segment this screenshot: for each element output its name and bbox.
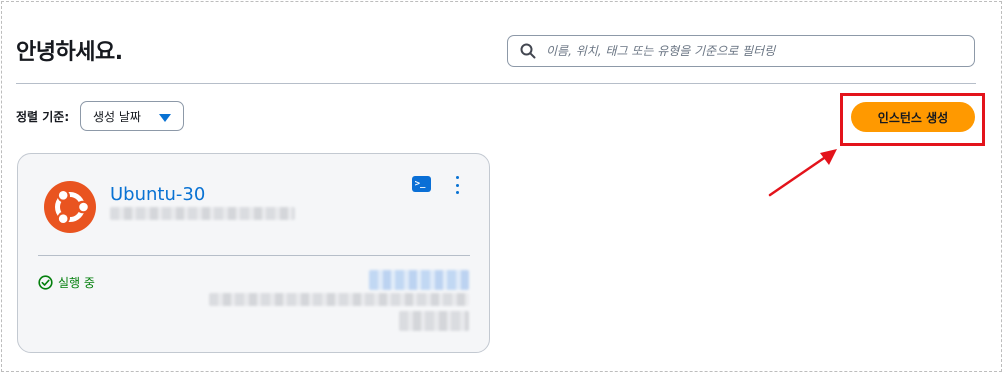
instance-status: 실행 중	[38, 274, 95, 291]
instance-card: Ubuntu-30 >_ 실행 중	[17, 153, 490, 353]
search-box[interactable]	[507, 35, 975, 67]
search-icon	[520, 43, 536, 59]
terminal-icon: >_	[414, 179, 426, 189]
annotation-highlight-box	[840, 93, 985, 146]
annotation-arrow	[768, 149, 837, 197]
sort-dropdown[interactable]: 생성 날짜	[80, 101, 184, 131]
sort-label: 정렬 기준:	[16, 110, 70, 124]
check-circle-icon	[38, 275, 53, 290]
header-divider	[16, 83, 976, 84]
instance-name-link[interactable]: Ubuntu-30	[110, 184, 205, 205]
sort-selected-value: 생성 날짜	[93, 109, 141, 124]
caret-down-icon	[159, 112, 171, 126]
redacted-location	[209, 293, 469, 306]
ubuntu-logo-icon	[44, 181, 96, 233]
redacted-instance-details	[110, 207, 295, 220]
card-divider	[38, 255, 470, 256]
more-actions-icon[interactable]	[449, 174, 465, 196]
redacted-bundle	[399, 311, 469, 331]
page-title: 안녕하세요.	[16, 40, 123, 65]
status-label: 실행 중	[58, 276, 95, 290]
connect-terminal-button[interactable]: >_	[412, 176, 431, 192]
redacted-ip-address[interactable]	[369, 270, 469, 290]
search-input[interactable]	[544, 43, 974, 59]
